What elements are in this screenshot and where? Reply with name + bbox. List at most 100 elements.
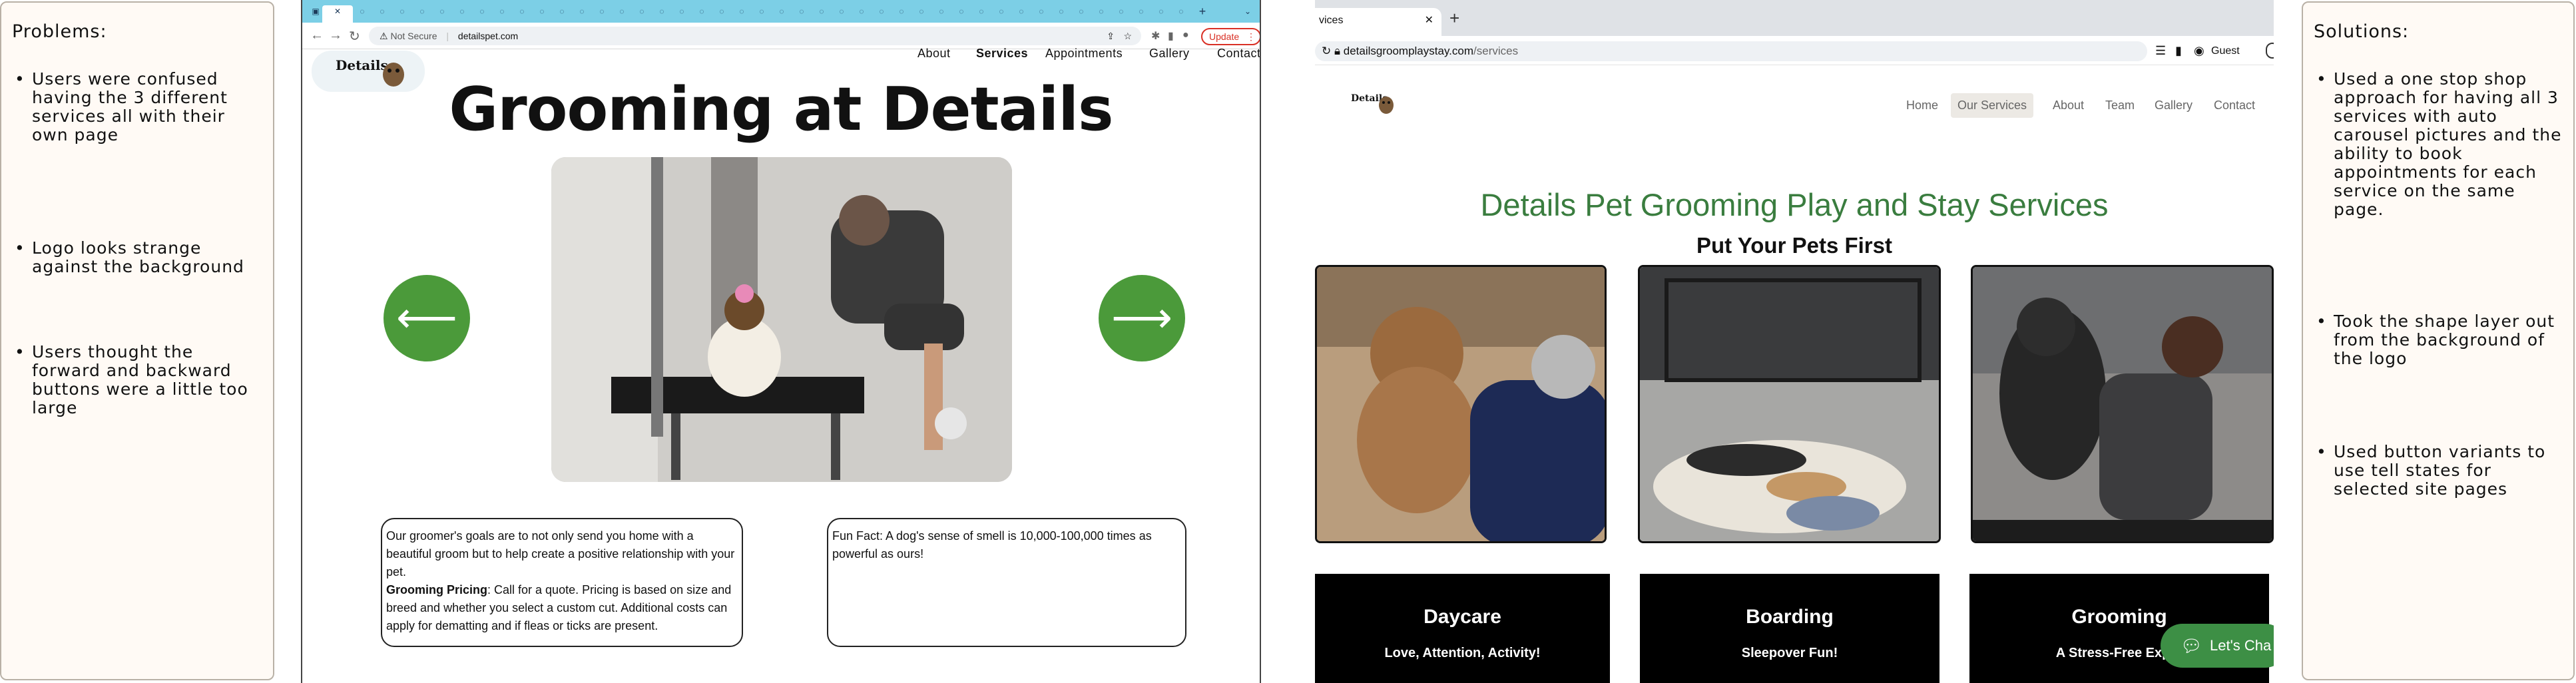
browser-tab[interactable]: ◌ bbox=[695, 5, 708, 17]
address-separator: | bbox=[446, 31, 449, 41]
profile-avatar-icon[interactable]: ● bbox=[1182, 29, 1189, 41]
reading-list-icon[interactable]: ☰ bbox=[2155, 44, 2166, 58]
browser-tab[interactable]: ◌ bbox=[1115, 5, 1128, 17]
browser-tab[interactable]: ◌ bbox=[935, 5, 948, 17]
chat-button[interactable]: 💬︎ Let's Cha bbox=[2161, 624, 2274, 668]
boarding-photo-illustration bbox=[1640, 267, 1939, 541]
chat-bubble-icon: 💬︎ bbox=[2181, 636, 2203, 656]
close-icon[interactable]: ✕ bbox=[1425, 8, 1433, 33]
update-button[interactable] bbox=[2266, 43, 2274, 59]
address-bar[interactable]: ↻ 🔒︎ detailsgroomplaystay.com/services bbox=[1315, 41, 2147, 61]
nav-services[interactable]: Services bbox=[976, 47, 1028, 61]
share-icon[interactable]: ⇪ bbox=[1107, 27, 1115, 45]
nav-gallery[interactable]: Gallery bbox=[2155, 99, 2192, 113]
browser-tab-strip: vices ✕ + bbox=[1315, 0, 2274, 36]
boarding-card-title: Boarding bbox=[1746, 606, 1834, 628]
nav-our-services-selected[interactable]: Our Services bbox=[1951, 93, 2034, 118]
extension-puzzle-icon[interactable]: ✱ bbox=[1151, 29, 1160, 43]
browser-tab[interactable]: ◌ bbox=[395, 5, 409, 17]
solutions-panel: Solutions: Used a one stop shop approach… bbox=[2302, 1, 2575, 680]
browser-tab[interactable]: ◌ bbox=[376, 5, 389, 17]
previous-button[interactable]: ⟵ bbox=[384, 275, 470, 361]
browser-tab[interactable]: ◌ bbox=[1174, 5, 1188, 17]
more-vertical-icon: ⋮ bbox=[1246, 31, 1256, 42]
browser-tab[interactable]: ◌ bbox=[595, 5, 609, 17]
site-logo[interactable]: Details bbox=[1351, 91, 1398, 118]
browser-tab[interactable]: ◌ bbox=[1155, 5, 1168, 17]
browser-tab[interactable]: ◌ bbox=[1035, 5, 1048, 17]
nav-contact[interactable]: Contact bbox=[2214, 99, 2255, 113]
browser-tab[interactable]: ◌ bbox=[835, 5, 848, 17]
browser-tab-strip: ▣ ✕ ◌ ◌ ◌ ◌ ◌ ◌ ◌ ◌ ◌ ◌ ◌ ◌ ◌ ◌ ◌ ◌ ◌ ◌ … bbox=[302, 0, 1260, 23]
browser-tab[interactable]: ◌ bbox=[655, 5, 668, 17]
side-panel-icon[interactable]: ▮ bbox=[1168, 29, 1174, 43]
reload-icon: ↻ bbox=[1322, 45, 1334, 57]
nav-gallery[interactable]: Gallery bbox=[1149, 47, 1190, 61]
browser-tab-active[interactable]: vices ✕ bbox=[1315, 8, 1441, 36]
browser-tab[interactable]: ◌ bbox=[1055, 5, 1068, 17]
browser-tab[interactable]: ◌ bbox=[455, 5, 469, 17]
browser-tab[interactable]: ◌ bbox=[815, 5, 828, 17]
next-button[interactable]: ⟶ bbox=[1099, 275, 1185, 361]
browser-tab-active[interactable]: ✕ bbox=[322, 5, 353, 23]
boarding-card[interactable]: Boarding Sleepover Fun! bbox=[1640, 574, 1939, 683]
fun-fact-box: Fun Fact: A dog's sense of smell is 10,0… bbox=[827, 518, 1186, 647]
browser-tab[interactable]: ◌ bbox=[895, 5, 908, 17]
problem-item: Logo looks strange against the backgroun… bbox=[12, 239, 262, 276]
forward-arrow-icon[interactable]: → bbox=[329, 28, 342, 43]
browser-tab[interactable]: ◌ bbox=[615, 5, 629, 17]
browser-tab[interactable]: ◌ bbox=[435, 5, 449, 17]
browser-tab[interactable]: ▣ bbox=[309, 5, 322, 17]
url-path: /services bbox=[1473, 45, 1519, 57]
guest-label[interactable]: Guest bbox=[2211, 45, 2240, 57]
grooming-photo-illustration bbox=[1973, 267, 2272, 541]
bookmark-star-icon[interactable]: ☆ bbox=[1123, 27, 1132, 45]
browser-tab[interactable]: ◌ bbox=[1095, 5, 1108, 17]
browser-tab[interactable]: ◌ bbox=[575, 5, 589, 17]
browser-tab[interactable]: ◌ bbox=[356, 5, 369, 17]
browser-tab[interactable]: ◌ bbox=[495, 5, 509, 17]
browser-tab[interactable]: ◌ bbox=[775, 5, 788, 17]
nav-contact[interactable]: Contact bbox=[1217, 47, 1260, 61]
browser-tab[interactable]: ◌ bbox=[675, 5, 688, 17]
browser-tab[interactable]: ◌ bbox=[515, 5, 529, 17]
solution-item: Used a one stop shop approach for having… bbox=[2314, 70, 2563, 219]
browser-tab[interactable]: ◌ bbox=[735, 5, 748, 17]
browser-tab[interactable]: ◌ bbox=[1015, 5, 1028, 17]
update-button-label: Update bbox=[1209, 31, 1240, 42]
side-panel-icon[interactable]: ▮ bbox=[2175, 44, 2182, 58]
profile-avatar-icon[interactable]: ◉ bbox=[2194, 44, 2204, 58]
grooming-pricing-label: Grooming Pricing bbox=[386, 583, 488, 596]
browser-tab[interactable]: ◌ bbox=[915, 5, 928, 17]
browser-tab[interactable]: ◌ bbox=[475, 5, 489, 17]
browser-tab[interactable]: ◌ bbox=[1075, 5, 1088, 17]
update-button[interactable]: Update ⋮ bbox=[1201, 28, 1260, 45]
reload-icon[interactable]: ↻ bbox=[349, 28, 360, 45]
browser-tab[interactable]: ◌ bbox=[1135, 5, 1148, 17]
chevron-down-icon[interactable]: ⌄ bbox=[1241, 5, 1254, 17]
nav-about[interactable]: About bbox=[917, 47, 951, 61]
browser-tab[interactable]: ◌ bbox=[955, 5, 968, 17]
browser-tab[interactable]: ◌ bbox=[555, 5, 569, 17]
arrow-left-icon: ⟵ bbox=[396, 294, 457, 342]
browser-tab[interactable]: ◌ bbox=[415, 5, 429, 17]
daycare-card[interactable]: Daycare Love, Attention, Activity! bbox=[1315, 574, 1610, 683]
new-tab-icon[interactable]: + bbox=[1196, 5, 1209, 17]
browser-tab[interactable]: ◌ bbox=[535, 5, 549, 17]
browser-tab[interactable]: ◌ bbox=[995, 5, 1008, 17]
browser-tab[interactable]: ◌ bbox=[795, 5, 808, 17]
browser-tab[interactable]: ◌ bbox=[755, 5, 768, 17]
problems-list: Users were confused having the 3 differe… bbox=[12, 70, 262, 417]
browser-tab[interactable]: ◌ bbox=[635, 5, 648, 17]
nav-team[interactable]: Team bbox=[2105, 99, 2135, 113]
back-arrow-icon[interactable]: ← bbox=[310, 28, 324, 43]
browser-tab[interactable]: ◌ bbox=[975, 5, 988, 17]
nav-home[interactable]: Home bbox=[1906, 99, 1938, 113]
browser-tab[interactable]: ◌ bbox=[855, 5, 868, 17]
nav-appointments[interactable]: Appointments bbox=[1045, 47, 1123, 61]
browser-tab[interactable]: ◌ bbox=[875, 5, 888, 17]
new-tab-icon[interactable]: + bbox=[1449, 8, 1459, 29]
address-bar[interactable]: ⚠ Not Secure | detailspet.com ⇪ ☆ bbox=[369, 27, 1141, 45]
browser-tab[interactable]: ◌ bbox=[715, 5, 728, 17]
nav-about[interactable]: About bbox=[2053, 99, 2084, 113]
